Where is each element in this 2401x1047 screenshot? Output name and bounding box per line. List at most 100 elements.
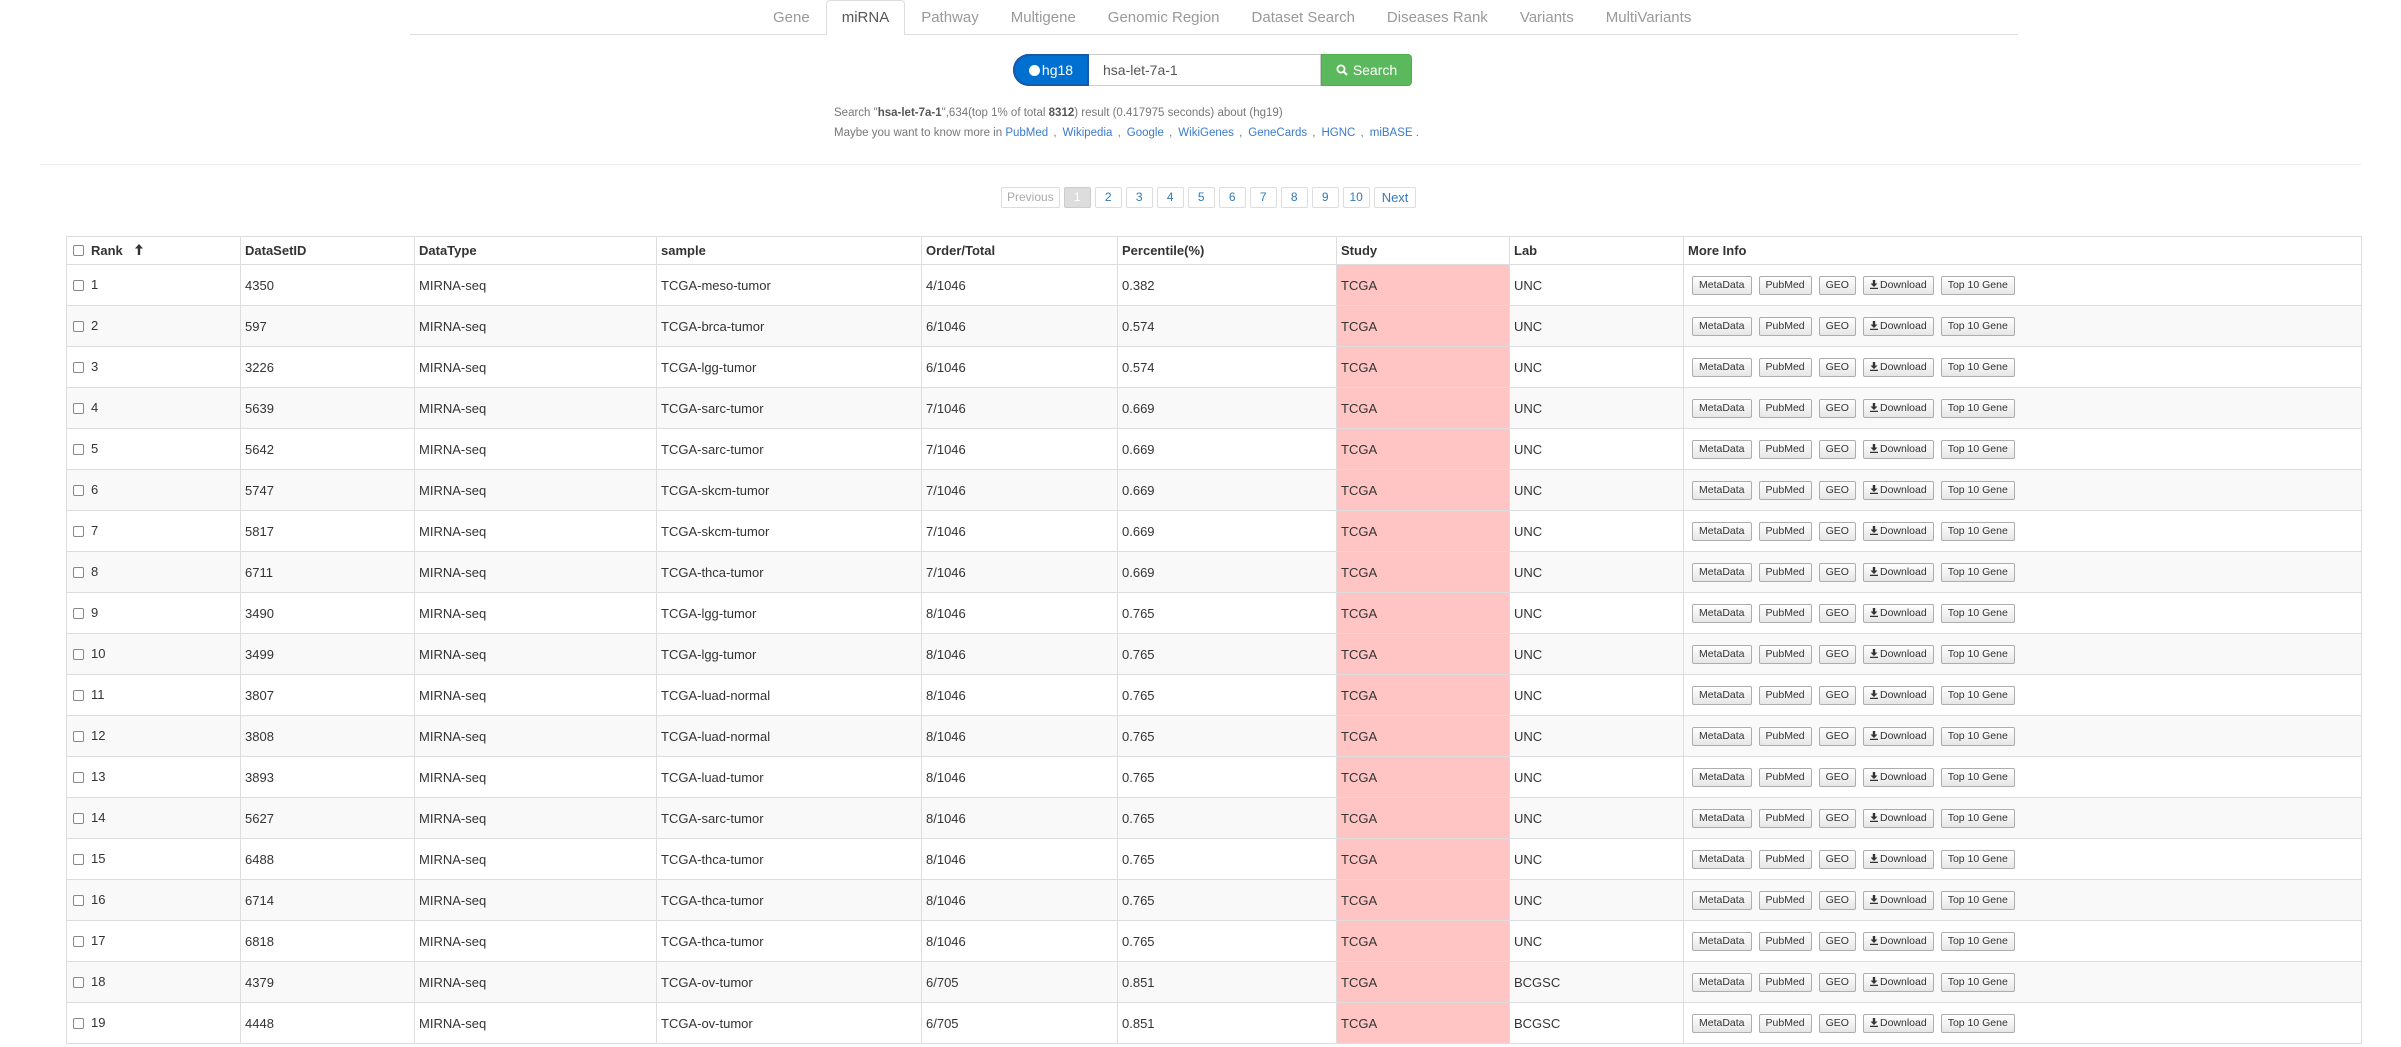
row-checkbox[interactable] — [73, 1017, 84, 1029]
metadata-button[interactable]: MetaData — [1692, 562, 1752, 582]
page-9-button[interactable]: 9 — [1311, 187, 1339, 208]
next-page-button[interactable]: Next — [1373, 187, 1417, 208]
row-checkbox[interactable] — [73, 976, 84, 988]
page-1-button[interactable]: 1 — [1063, 187, 1091, 208]
top-10-gene-button[interactable]: Top 10 Gene — [1940, 685, 2015, 705]
metadata-button[interactable]: MetaData — [1692, 603, 1752, 623]
tab-multigene[interactable]: Multigene — [995, 0, 1092, 34]
geo-button[interactable]: GEO — [1818, 521, 1856, 541]
top-10-gene-button[interactable]: Top 10 Gene — [1940, 521, 2015, 541]
top-10-gene-button[interactable]: Top 10 Gene — [1940, 1013, 2015, 1033]
download-button[interactable]: Download — [1862, 316, 1934, 336]
download-button[interactable]: Download — [1862, 1013, 1934, 1033]
top-10-gene-button[interactable]: Top 10 Gene — [1940, 726, 2015, 746]
download-button[interactable]: Download — [1862, 931, 1934, 951]
pubmed-button[interactable]: PubMed — [1758, 849, 1812, 869]
top-10-gene-button[interactable]: Top 10 Gene — [1940, 972, 2015, 992]
arrow-up-icon[interactable] — [134, 243, 143, 258]
pubmed-button[interactable]: PubMed — [1758, 767, 1812, 787]
page-6-button[interactable]: 6 — [1218, 187, 1246, 208]
tab-mirna[interactable]: miRNA — [825, 0, 906, 35]
row-checkbox[interactable] — [73, 771, 84, 783]
top-10-gene-button[interactable]: Top 10 Gene — [1940, 849, 2015, 869]
row-checkbox[interactable] — [73, 525, 84, 537]
metadata-button[interactable]: MetaData — [1692, 644, 1752, 664]
top-10-gene-button[interactable]: Top 10 Gene — [1940, 890, 2015, 910]
page-5-button[interactable]: 5 — [1187, 187, 1215, 208]
link-wikigenes[interactable]: WikiGenes — [1178, 127, 1234, 139]
top-10-gene-button[interactable]: Top 10 Gene — [1940, 398, 2015, 418]
search-input[interactable] — [1089, 54, 1321, 86]
metadata-button[interactable]: MetaData — [1692, 890, 1752, 910]
tab-dataset-search[interactable]: Dataset Search — [1236, 0, 1371, 34]
pubmed-button[interactable]: PubMed — [1758, 562, 1812, 582]
geo-button[interactable]: GEO — [1818, 357, 1856, 377]
page-10-button[interactable]: 10 — [1342, 187, 1370, 208]
metadata-button[interactable]: MetaData — [1692, 316, 1752, 336]
page-4-button[interactable]: 4 — [1156, 187, 1184, 208]
row-checkbox[interactable] — [73, 320, 84, 332]
tab-multivariants[interactable]: MultiVariants — [1590, 0, 1708, 34]
top-10-gene-button[interactable]: Top 10 Gene — [1940, 316, 2015, 336]
row-checkbox[interactable] — [73, 812, 84, 824]
pubmed-button[interactable]: PubMed — [1758, 972, 1812, 992]
metadata-button[interactable]: MetaData — [1692, 439, 1752, 459]
pubmed-button[interactable]: PubMed — [1758, 521, 1812, 541]
download-button[interactable]: Download — [1862, 767, 1934, 787]
tab-pathway[interactable]: Pathway — [905, 0, 995, 34]
row-checkbox[interactable] — [73, 607, 84, 619]
metadata-button[interactable]: MetaData — [1692, 1013, 1752, 1033]
metadata-button[interactable]: MetaData — [1692, 275, 1752, 295]
tab-genomic-region[interactable]: Genomic Region — [1092, 0, 1236, 34]
download-button[interactable]: Download — [1862, 972, 1934, 992]
search-button[interactable]: Search — [1321, 54, 1412, 86]
download-button[interactable]: Download — [1862, 685, 1934, 705]
column-header-rank[interactable]: Rank — [66, 236, 241, 265]
geo-button[interactable]: GEO — [1818, 808, 1856, 828]
metadata-button[interactable]: MetaData — [1692, 521, 1752, 541]
pubmed-button[interactable]: PubMed — [1758, 603, 1812, 623]
page-2-button[interactable]: 2 — [1094, 187, 1122, 208]
link-google[interactable]: Google — [1127, 127, 1164, 139]
link-pubmed[interactable]: PubMed — [1005, 127, 1048, 139]
download-button[interactable]: Download — [1862, 439, 1934, 459]
tab-gene[interactable]: Gene — [757, 0, 826, 34]
link-genecards[interactable]: GeneCards — [1248, 127, 1307, 139]
top-10-gene-button[interactable]: Top 10 Gene — [1940, 439, 2015, 459]
pubmed-button[interactable]: PubMed — [1758, 685, 1812, 705]
download-button[interactable]: Download — [1862, 808, 1934, 828]
metadata-button[interactable]: MetaData — [1692, 685, 1752, 705]
metadata-button[interactable]: MetaData — [1692, 808, 1752, 828]
geo-button[interactable]: GEO — [1818, 603, 1856, 623]
top-10-gene-button[interactable]: Top 10 Gene — [1940, 480, 2015, 500]
tab-variants[interactable]: Variants — [1504, 0, 1590, 34]
top-10-gene-button[interactable]: Top 10 Gene — [1940, 357, 2015, 377]
geo-button[interactable]: GEO — [1818, 1013, 1856, 1033]
pubmed-button[interactable]: PubMed — [1758, 644, 1812, 664]
download-button[interactable]: Download — [1862, 275, 1934, 295]
metadata-button[interactable]: MetaData — [1692, 480, 1752, 500]
pubmed-button[interactable]: PubMed — [1758, 439, 1812, 459]
geo-button[interactable]: GEO — [1818, 562, 1856, 582]
download-button[interactable]: Download — [1862, 890, 1934, 910]
pubmed-button[interactable]: PubMed — [1758, 316, 1812, 336]
pubmed-button[interactable]: PubMed — [1758, 480, 1812, 500]
link-wikipedia[interactable]: Wikipedia — [1063, 127, 1113, 139]
row-checkbox[interactable] — [73, 443, 84, 455]
pubmed-button[interactable]: PubMed — [1758, 931, 1812, 951]
download-button[interactable]: Download — [1862, 603, 1934, 623]
geo-button[interactable]: GEO — [1818, 767, 1856, 787]
genome-toggle[interactable]: hg18 — [1013, 54, 1089, 86]
metadata-button[interactable]: MetaData — [1692, 357, 1752, 377]
row-checkbox[interactable] — [73, 853, 84, 865]
geo-button[interactable]: GEO — [1818, 644, 1856, 664]
row-checkbox[interactable] — [73, 648, 84, 660]
geo-button[interactable]: GEO — [1818, 972, 1856, 992]
top-10-gene-button[interactable]: Top 10 Gene — [1940, 275, 2015, 295]
metadata-button[interactable]: MetaData — [1692, 931, 1752, 951]
row-checkbox[interactable] — [73, 484, 84, 496]
metadata-button[interactable]: MetaData — [1692, 849, 1752, 869]
geo-button[interactable]: GEO — [1818, 849, 1856, 869]
geo-button[interactable]: GEO — [1818, 316, 1856, 336]
page-8-button[interactable]: 8 — [1280, 187, 1308, 208]
